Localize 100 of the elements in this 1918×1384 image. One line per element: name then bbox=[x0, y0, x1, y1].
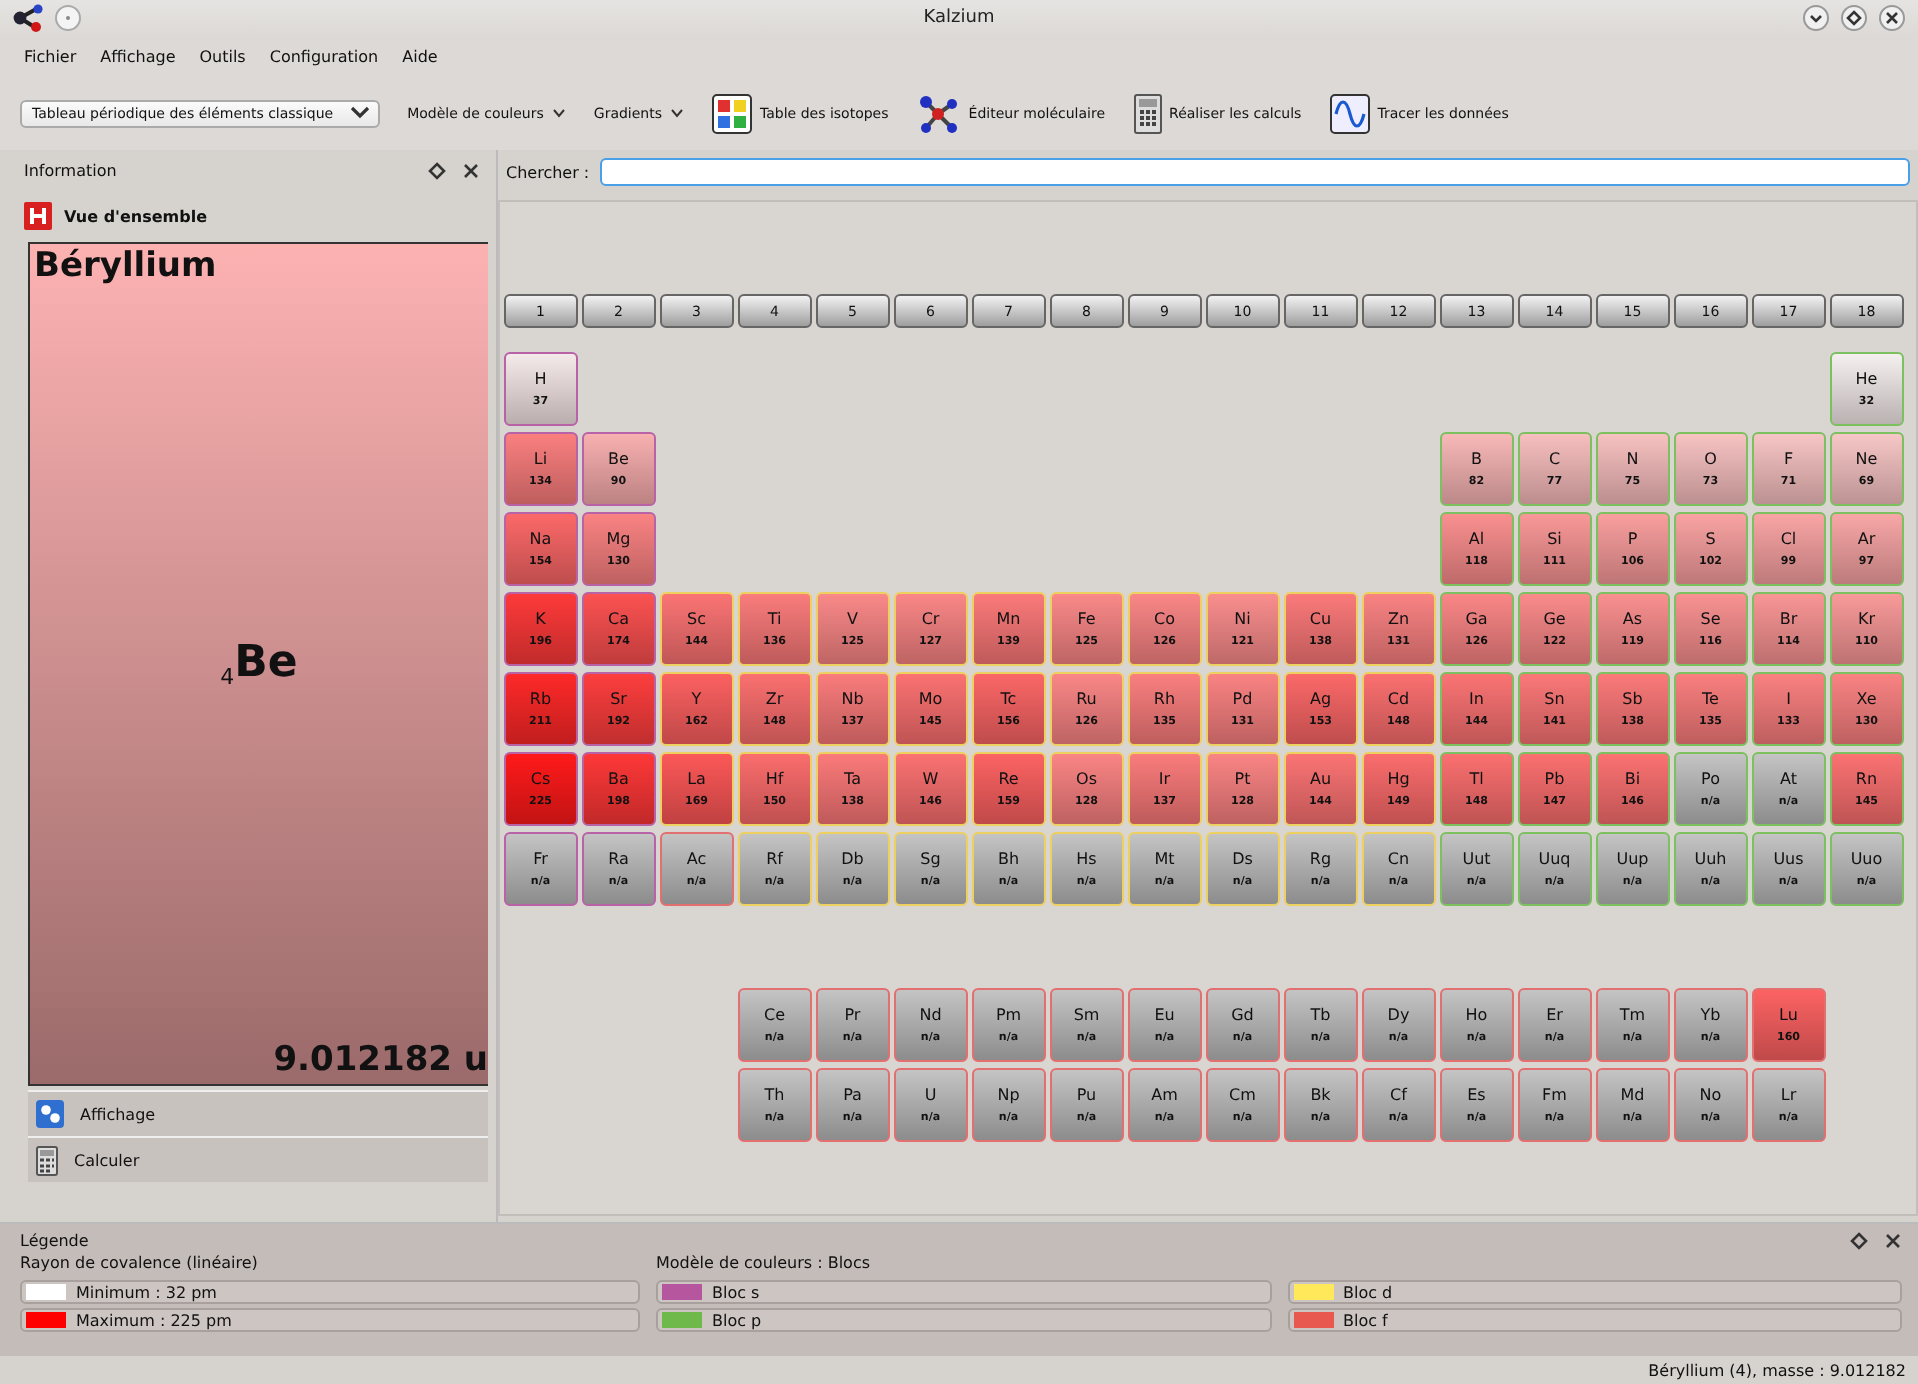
close-button[interactable] bbox=[1878, 4, 1906, 32]
element-symbol: Cu bbox=[1309, 610, 1332, 628]
element-symbol: Ru bbox=[1076, 690, 1097, 708]
element-symbol: Zr bbox=[765, 690, 784, 708]
menu-item[interactable]: Outils bbox=[199, 47, 246, 65]
element-symbol: Os bbox=[1076, 770, 1097, 788]
element-symbol: Ce bbox=[763, 1006, 785, 1024]
chevron-down-icon[interactable] bbox=[349, 106, 370, 120]
side-tab[interactable]: Calculer bbox=[28, 1136, 488, 1182]
element-symbol: Sn bbox=[1544, 690, 1565, 708]
element-symbol: Pb bbox=[1544, 770, 1565, 788]
atomic-mass: 9.012182 u bbox=[271, 1038, 488, 1084]
element-symbol: Si bbox=[1547, 530, 1562, 548]
side-tab[interactable]: Affichage bbox=[28, 1090, 488, 1136]
legend-label: Bloc p bbox=[712, 1311, 762, 1329]
search-field[interactable] bbox=[599, 158, 1910, 186]
element-symbol: Ac bbox=[686, 850, 707, 868]
menu-item[interactable]: Fichier bbox=[24, 47, 77, 65]
element-symbol: Mn bbox=[996, 610, 1021, 628]
element-symbol: No bbox=[1699, 1086, 1722, 1104]
element-symbol: Cn bbox=[1387, 850, 1410, 868]
element-symbol: Gd bbox=[1231, 1006, 1254, 1024]
element-symbol: Al bbox=[1468, 530, 1485, 548]
element-symbol: H bbox=[534, 370, 547, 388]
element-symbol: Bk bbox=[1310, 1086, 1331, 1104]
element-symbol: Cs bbox=[530, 770, 551, 788]
element-symbol: Zn bbox=[1387, 610, 1410, 628]
maximize-button[interactable] bbox=[1840, 4, 1868, 32]
element-name: Béryllium bbox=[32, 244, 219, 288]
minimize-button[interactable] bbox=[1802, 4, 1830, 32]
element-symbol: V bbox=[847, 610, 858, 628]
element-symbol: Ga bbox=[1465, 610, 1488, 628]
element-symbol: Be bbox=[608, 450, 629, 468]
float-icon[interactable] bbox=[1850, 1232, 1868, 1250]
element-symbol: Uuq bbox=[1538, 850, 1571, 868]
element-symbol: Hf bbox=[765, 770, 784, 788]
element-symbol: Mt bbox=[1154, 850, 1175, 868]
float-icon[interactable] bbox=[428, 161, 446, 179]
element-symbol: Sg bbox=[920, 850, 941, 868]
element-symbol: W bbox=[922, 770, 939, 788]
element-symbol: Ge bbox=[1543, 610, 1566, 628]
element-symbol: Ar bbox=[1857, 530, 1876, 548]
element-symbol: Db bbox=[841, 850, 864, 868]
calculator-icon[interactable] bbox=[36, 1145, 58, 1175]
element-symbol: Lr bbox=[1780, 1086, 1797, 1104]
app-logo-icon[interactable] bbox=[12, 4, 44, 32]
element-symbol: Ra bbox=[608, 850, 629, 868]
sine-wave-icon[interactable] bbox=[1329, 93, 1370, 133]
element-symbol: Na bbox=[529, 530, 552, 548]
dots-icon[interactable] bbox=[36, 1100, 64, 1128]
element-symbol: Pr bbox=[844, 1006, 861, 1024]
caret-icon[interactable] bbox=[551, 108, 566, 118]
element-symbol: Sr bbox=[610, 690, 627, 708]
element-symbol: Br bbox=[1779, 610, 1798, 628]
element-symbol: Dy bbox=[1387, 1006, 1410, 1024]
caret-icon[interactable] bbox=[670, 108, 685, 118]
element-symbol: Cl bbox=[1780, 530, 1797, 548]
element-symbol: F bbox=[1783, 450, 1794, 468]
element-symbol: Cd bbox=[1387, 690, 1410, 708]
element-symbol: Ba bbox=[608, 770, 629, 788]
element-symbol: Ds bbox=[1232, 850, 1253, 868]
element-symbol: Ni bbox=[1234, 610, 1251, 628]
element-symbol: Tc bbox=[1000, 690, 1017, 708]
element-symbol: Ti bbox=[767, 610, 782, 628]
element-symbol: Fe bbox=[1077, 610, 1096, 628]
overview-tab[interactable]: Vue d'ensemble bbox=[16, 184, 488, 242]
element-symbol: Te bbox=[1702, 690, 1719, 708]
element-h-icon[interactable] bbox=[24, 202, 52, 230]
element-symbol: Ca bbox=[608, 610, 629, 628]
legend-label: Maximum : 225 pm bbox=[76, 1311, 232, 1329]
element-symbol: Pa bbox=[843, 1086, 862, 1104]
element-symbol: Ag bbox=[1309, 690, 1332, 708]
element-symbol: Th bbox=[764, 1086, 785, 1104]
element-symbol: I bbox=[1786, 690, 1791, 708]
calculator-icon[interactable] bbox=[1133, 93, 1162, 133]
close-icon[interactable] bbox=[462, 161, 480, 179]
element-symbol: As bbox=[1622, 610, 1643, 628]
element-symbol: Rb bbox=[529, 690, 552, 708]
element-symbol: Be bbox=[234, 637, 298, 687]
legend-label: Bloc d bbox=[1343, 1283, 1393, 1301]
menu-item[interactable]: Configuration bbox=[269, 47, 379, 65]
element-symbol: Sb bbox=[1622, 690, 1643, 708]
element-symbol: Uuh bbox=[1694, 850, 1727, 868]
window-title: Kalzium bbox=[923, 8, 995, 28]
element-symbol: Co bbox=[1154, 610, 1175, 628]
close-icon[interactable] bbox=[1884, 1232, 1902, 1250]
element-symbol: Rf bbox=[766, 850, 783, 868]
menu-item[interactable]: Aide bbox=[402, 47, 438, 65]
element-symbol: Pt bbox=[1234, 770, 1251, 788]
element-symbol: Np bbox=[997, 1086, 1020, 1104]
element-symbol: Am bbox=[1151, 1086, 1178, 1104]
menu-item[interactable]: Affichage bbox=[100, 47, 176, 65]
element-symbol: Tb bbox=[1310, 1006, 1331, 1024]
element-symbol: Md bbox=[1620, 1086, 1645, 1104]
element-symbol: Ho bbox=[1465, 1006, 1488, 1024]
grid-icon[interactable] bbox=[712, 93, 753, 133]
element-symbol: N bbox=[1626, 450, 1639, 468]
element-symbol: Pd bbox=[1232, 690, 1253, 708]
element-symbol: Uus bbox=[1773, 850, 1804, 868]
molecule-icon[interactable] bbox=[916, 93, 961, 133]
